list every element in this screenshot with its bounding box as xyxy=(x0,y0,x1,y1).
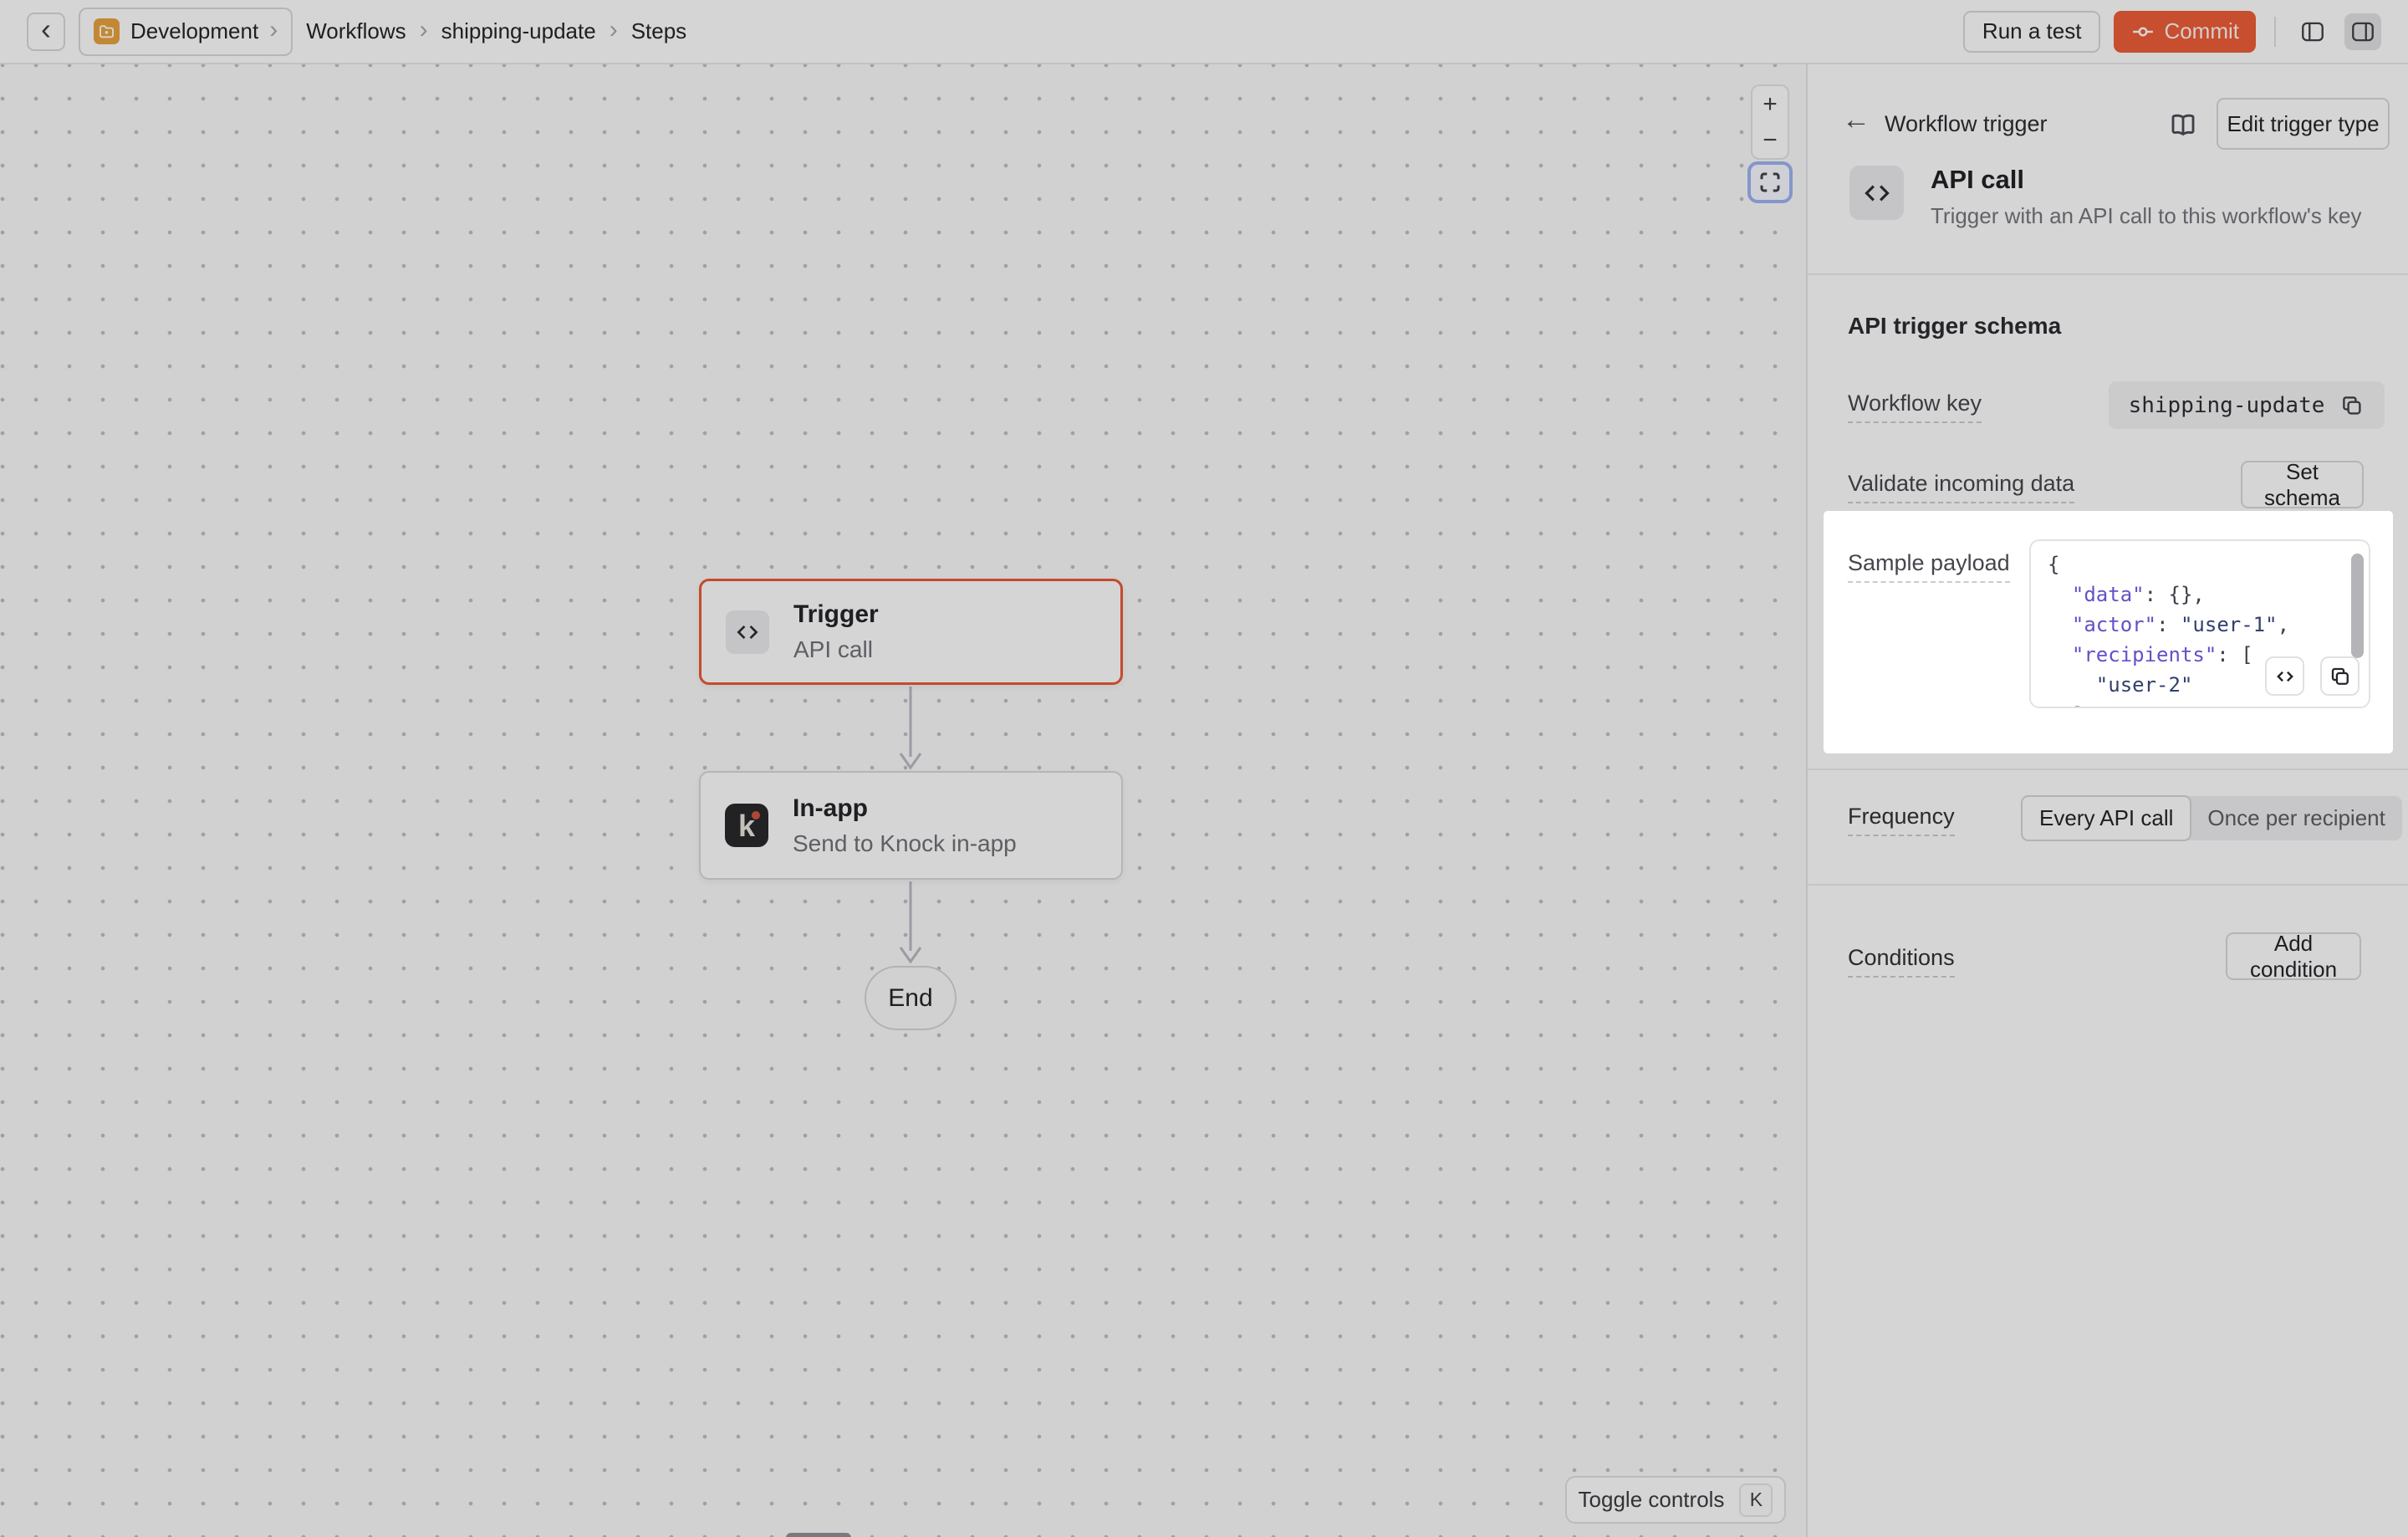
workflow-key-value: shipping-update xyxy=(2129,393,2325,418)
in-app-node-text: In-app Send to Knock in-app xyxy=(793,794,1017,857)
workflow-key-value-pill: shipping-update xyxy=(2109,381,2385,429)
back-button[interactable]: ‹ xyxy=(27,13,65,51)
in-app-node-title: In-app xyxy=(793,794,1017,823)
frequency-label: Frequency xyxy=(1848,804,1955,830)
copy-payload-button[interactable] xyxy=(2320,656,2360,696)
toggle-controls-button[interactable]: Toggle controls K xyxy=(1565,1476,1786,1524)
toolbar-divider xyxy=(2274,17,2276,47)
run-a-test-button[interactable]: Run a test xyxy=(1963,11,2101,53)
left-panel-toggle-icon[interactable] xyxy=(2294,13,2331,50)
format-code-button[interactable] xyxy=(2265,656,2304,696)
chevron-right-icon: › xyxy=(420,18,428,46)
frequency-segmented-control: Every API call Once per recipient xyxy=(2022,796,2402,840)
knock-workflow-editor: ‹ Development › Workflows › shipping-upd… xyxy=(0,0,2408,1537)
edit-trigger-type-button[interactable]: Edit trigger type xyxy=(2217,98,2390,150)
validate-incoming-data-label: Validate incoming data xyxy=(1848,471,2074,497)
environment-selector[interactable]: Development › xyxy=(79,8,293,56)
commit-label: Commit xyxy=(2164,18,2239,44)
breadcrumb-workflows[interactable]: Workflows xyxy=(306,18,406,44)
copy-icon[interactable] xyxy=(2339,393,2365,418)
code-icon xyxy=(2273,665,2297,688)
end-node[interactable]: End xyxy=(865,966,957,1030)
section-divider xyxy=(1808,884,2408,886)
breadcrumb-workflow-key[interactable]: shipping-update xyxy=(441,18,596,44)
trigger-node-title: Trigger xyxy=(793,600,879,629)
knock-logo-dot xyxy=(752,811,760,820)
toggle-controls-label: Toggle controls xyxy=(1579,1487,1725,1513)
zoom-in-button[interactable]: + xyxy=(1752,86,1788,122)
in-app-node[interactable]: k In-app Send to Knock in-app xyxy=(699,771,1123,880)
in-app-node-subtitle: Send to Knock in-app xyxy=(793,830,1017,857)
zoom-controls: + − xyxy=(1751,84,1789,160)
api-call-code-icon xyxy=(1849,166,1904,220)
editor-actions xyxy=(2265,656,2360,696)
add-condition-button[interactable]: Add condition xyxy=(2226,932,2361,980)
docs-book-icon[interactable] xyxy=(2164,106,2202,145)
trigger-type-title: API call xyxy=(1931,165,2024,195)
chevron-right-icon: › xyxy=(269,18,278,46)
right-panel-toggle-icon[interactable] xyxy=(2344,13,2381,50)
section-divider xyxy=(1808,273,2408,275)
top-bar: ‹ Development › Workflows › shipping-upd… xyxy=(0,0,2408,64)
knock-logo-icon: k xyxy=(725,804,768,847)
commit-icon xyxy=(2130,19,2155,44)
zoom-out-button[interactable]: − xyxy=(1752,122,1788,158)
hidden-bottom-element xyxy=(786,1533,851,1537)
back-arrow-icon: ← xyxy=(1842,104,1870,136)
copy-icon xyxy=(2329,665,2352,688)
section-divider xyxy=(1808,768,2408,770)
sample-payload-editor[interactable]: { "data": {}, "actor": "user-1", "recipi… xyxy=(2029,539,2370,708)
back-chevron-icon: ‹ xyxy=(41,14,51,44)
code-icon xyxy=(726,610,769,654)
breadcrumb: ‹ Development › Workflows › shipping-upd… xyxy=(27,8,686,56)
breadcrumb-steps[interactable]: Steps xyxy=(631,18,687,44)
fit-view-button[interactable] xyxy=(1747,161,1793,203)
trigger-type-description: Trigger with an API call to this workflo… xyxy=(1931,203,2362,229)
conditions-label: Conditions xyxy=(1848,945,1955,971)
sample-payload-label: Sample payload xyxy=(1848,550,2010,576)
frequency-option-once-per-recipient[interactable]: Once per recipient xyxy=(2191,796,2401,840)
commit-button[interactable]: Commit xyxy=(2114,11,2256,53)
workflow-canvas[interactable]: + − Trigger API call k In-app Se xyxy=(0,64,1806,1537)
keyboard-shortcut-badge: K xyxy=(1739,1483,1773,1517)
workflow-trigger-panel: ← Workflow trigger Edit trigger type API… xyxy=(1806,64,2408,1537)
editor-scrollbar[interactable] xyxy=(2351,554,2364,658)
top-bar-actions: Run a test Commit xyxy=(1963,11,2381,53)
chevron-right-icon: › xyxy=(610,18,618,46)
workflow-key-label: Workflow key xyxy=(1848,391,1982,416)
environment-label: Development xyxy=(130,18,258,44)
frequency-option-every-api-call[interactable]: Every API call xyxy=(2021,795,2191,841)
environment-folder-icon xyxy=(94,18,120,44)
panel-back-button[interactable]: ← xyxy=(1838,101,1875,138)
panel-title: Workflow trigger xyxy=(1885,111,2048,137)
end-node-label: End xyxy=(888,984,932,1013)
trigger-node[interactable]: Trigger API call xyxy=(699,579,1123,685)
trigger-node-subtitle: API call xyxy=(793,636,879,663)
set-schema-button[interactable]: Set schema xyxy=(2241,461,2364,508)
schema-section-heading: API trigger schema xyxy=(1848,313,2061,340)
fit-view-icon xyxy=(1758,170,1783,195)
trigger-node-text: Trigger API call xyxy=(793,600,879,663)
